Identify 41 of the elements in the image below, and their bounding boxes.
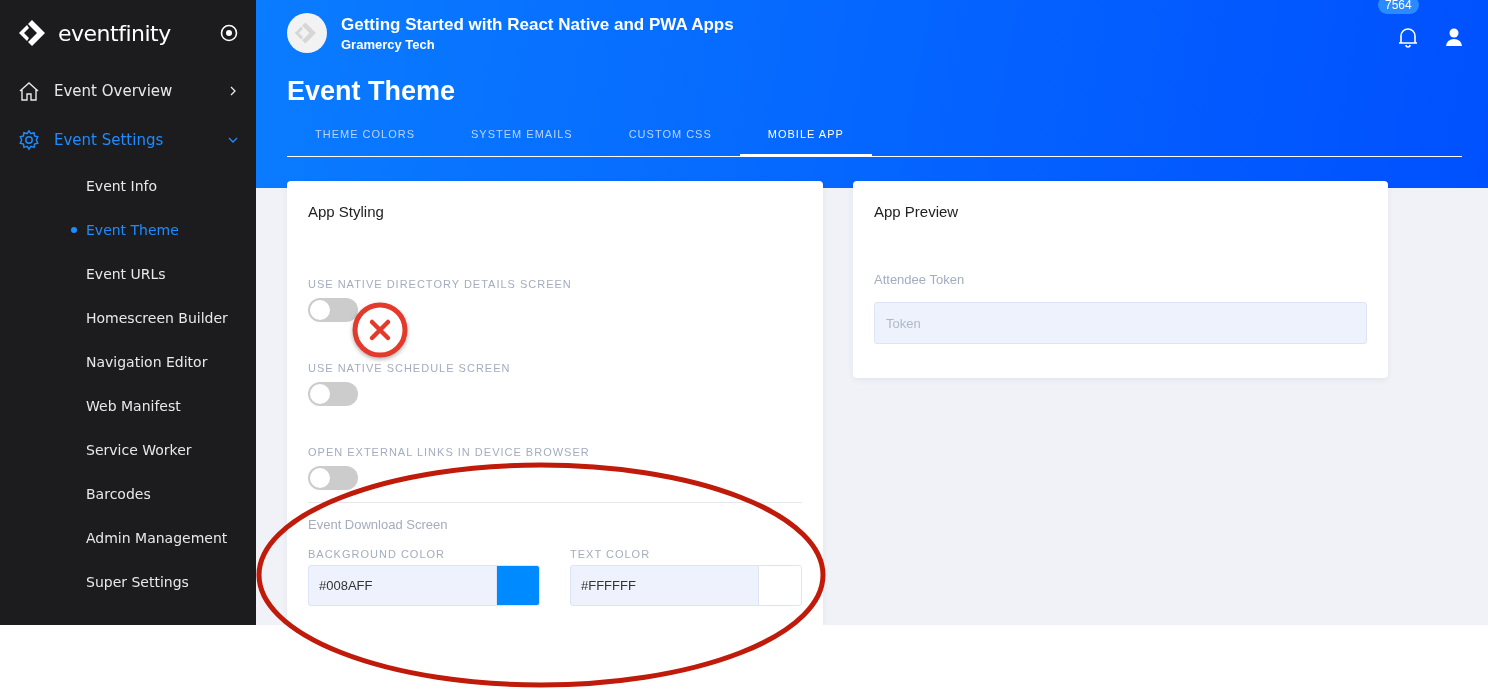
user-icon[interactable] <box>1446 28 1462 46</box>
sidebar-subitem[interactable]: Event URLs <box>0 252 256 296</box>
sidebar-subitem[interactable]: Admin Management <box>0 516 256 560</box>
field-label: Attendee Token <box>874 272 966 287</box>
toggle-label: USE NATIVE DIRECTORY DETAILS SCREEN <box>308 278 573 290</box>
field-label: BACKGROUND COLOR <box>308 548 447 560</box>
sidebar-subitem[interactable]: Navigation Editor <box>0 340 256 384</box>
page-title: Event Theme <box>287 76 457 108</box>
toggle-switch[interactable] <box>308 466 358 490</box>
tab[interactable]: MOBILE APP <box>739 118 872 157</box>
color-swatch[interactable] <box>758 566 801 605</box>
section-heading: Event Download Screen <box>308 517 449 532</box>
sidebar-subitem[interactable]: Web Manifest <box>0 384 256 428</box>
error-icon <box>352 302 408 358</box>
sidebar-item[interactable]: Event Overview <box>0 66 256 115</box>
sidebar-subitem[interactable]: Barcodes <box>0 472 256 516</box>
sidebar-subitem[interactable]: Service Worker <box>0 428 256 472</box>
sidebar-subitem[interactable]: Homescreen Builder <box>0 296 256 340</box>
sidebar-subitem[interactable]: Event Theme <box>0 208 256 252</box>
sidebar-subitem[interactable]: Event Info <box>0 164 256 208</box>
sidebar-item[interactable]: Event Settings <box>0 115 256 164</box>
color-field[interactable]: #FFFFFF <box>570 565 802 606</box>
field-label: TEXT COLOR <box>570 548 652 560</box>
target-icon[interactable] <box>220 24 238 42</box>
event-logo <box>287 13 327 53</box>
bell-icon[interactable] <box>1398 26 1418 48</box>
toggle-switch[interactable] <box>308 298 358 322</box>
home-icon <box>18 80 40 101</box>
toggle-label: USE NATIVE SCHEDULE SCREEN <box>308 362 512 374</box>
settings-icon <box>18 128 40 151</box>
notification-badge: 7564 <box>1378 0 1419 14</box>
organizer-name: Gramercy Tech <box>341 36 436 52</box>
event-title: Getting Started with React Native and PWA Apps <box>341 14 734 35</box>
card-title: App Preview <box>874 203 960 220</box>
toggle-label: OPEN EXTERNAL LINKS IN DEVICE BROWSER <box>308 446 591 458</box>
card-title: App Styling <box>308 203 385 220</box>
color-swatch[interactable] <box>496 566 539 605</box>
sidebar-subitem[interactable]: Super Settings <box>0 560 256 604</box>
brand-name: eventfinity <box>58 20 171 46</box>
toggle-switch[interactable] <box>308 382 358 406</box>
color-field[interactable]: #008AFF <box>308 565 540 606</box>
